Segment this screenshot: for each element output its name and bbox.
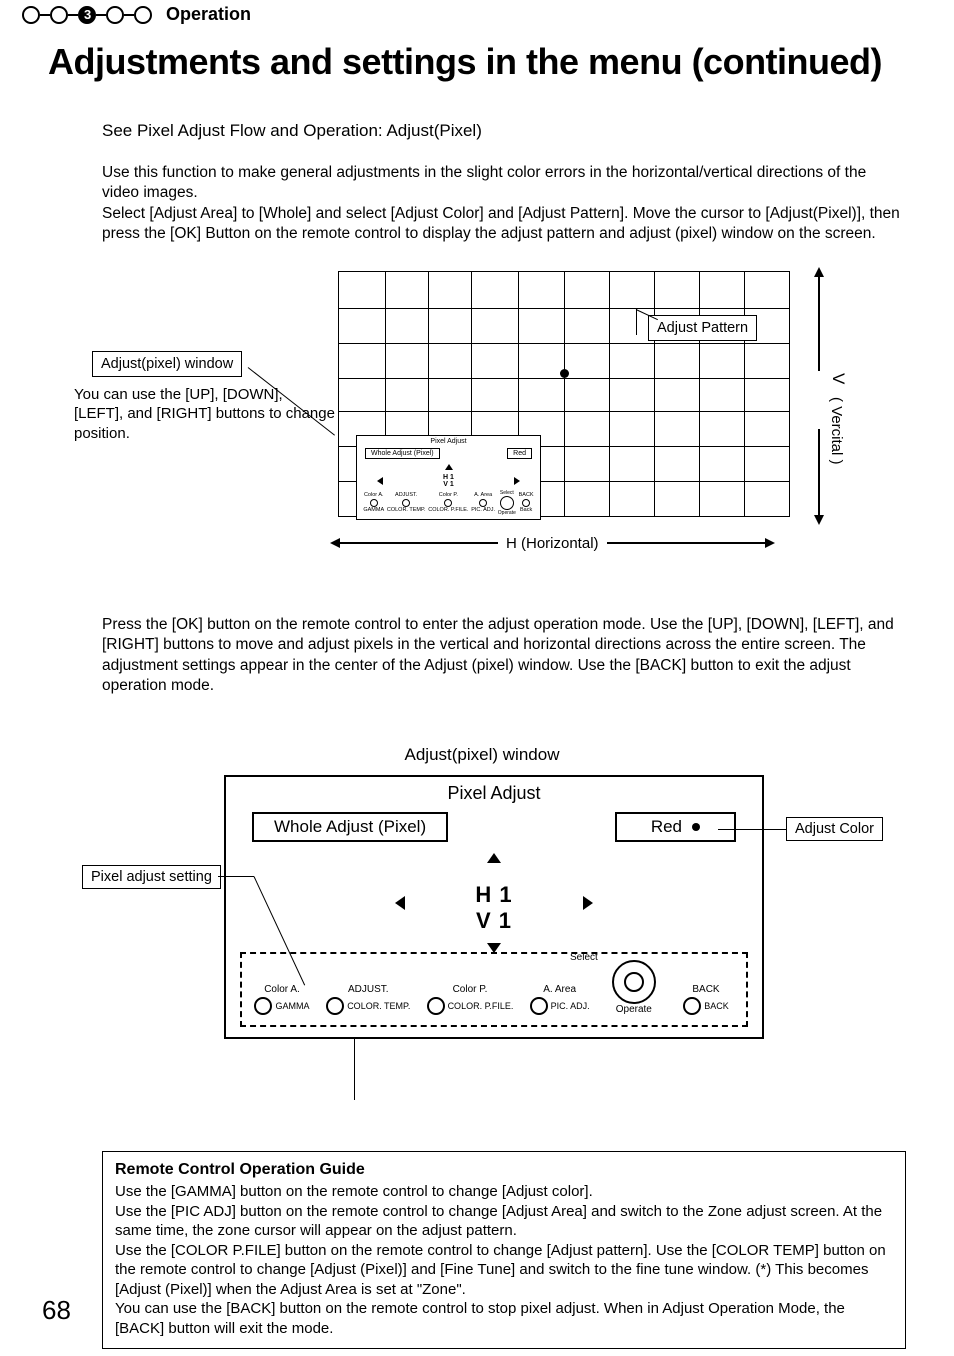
h-axis-label: H (Horizontal) [506,535,599,552]
step-2 [50,6,68,24]
btn-picadj: A. Area PIC. ADJ. [530,984,590,1015]
up-arrow-icon [487,853,501,863]
mode-pill: Whole Adjust (Pixel) [252,812,448,842]
apw-label: Adjust(pixel) window [92,351,242,377]
guide-title: Remote Control Operation Guide [115,1160,893,1181]
v-value: V 1 [475,908,512,934]
side-note: You can use the [UP], [DOWN], [LEFT], an… [74,385,336,444]
right-arrow-icon [583,896,593,910]
diagram-adjust-window: Adjust(pixel) window Pixel Adjust Whole … [58,745,906,1115]
page-title: Adjustments and settings in the menu (co… [0,29,954,87]
remote-buttons-panel: Select Color A. GAMMA ADJUST. COLOR. TEM… [240,952,748,1027]
btn-colorpfile: Color P. COLOR. P.FILE. [427,984,514,1015]
big-adjust-window: Pixel Adjust Whole Adjust (Pixel) Red H … [224,775,764,1039]
intro-paragraph: Use this function to make general adjust… [102,163,906,245]
section-title: Operation [166,4,251,25]
dpad-icon [614,962,654,1002]
diagram-adjust-pattern: Adjust Pattern Adjust(pixel) window You … [58,271,906,601]
left-arrow-icon [395,896,405,910]
h-value: H 1 [475,882,512,908]
page-number: 68 [42,1295,71,1326]
step-chain [22,6,152,24]
btn-gamma: Color A. GAMMA [254,984,310,1015]
remote-control-guide: Remote Control Operation Guide Use the [… [102,1151,906,1350]
mini-adjust-window: Pixel Adjust Whole Adjust (Pixel) Red H … [356,435,541,520]
step-1 [22,6,40,24]
btn-back: BACK BACK [678,984,734,1015]
label-adjust-color: Adjust Color [786,817,883,841]
guide-body: Use the [GAMMA] button on the remote con… [115,1182,893,1338]
v-axis-letter: V [828,373,848,384]
intro-line: See Pixel Adjust Flow and Operation: Adj… [102,121,906,141]
adjust-pattern-label: Adjust Pattern [648,315,757,341]
color-pill: Red [615,812,736,842]
header-bar: Operation [0,0,954,29]
d2-title: Adjust(pixel) window [58,745,906,765]
dpad-icon [500,496,514,510]
step-3 [78,6,96,24]
step-4 [106,6,124,24]
v-axis-label: ( Vercital ) [828,397,845,465]
btn-colortemp: ADJUST. COLOR. TEMP. [326,984,410,1015]
operation-paragraph: Press the [OK] button on the remote cont… [102,615,906,697]
step-5 [134,6,152,24]
label-pixel-adjust-setting: Pixel adjust setting [82,865,221,889]
dpad-large: Operate [606,962,662,1015]
adjust-dot [560,369,569,378]
